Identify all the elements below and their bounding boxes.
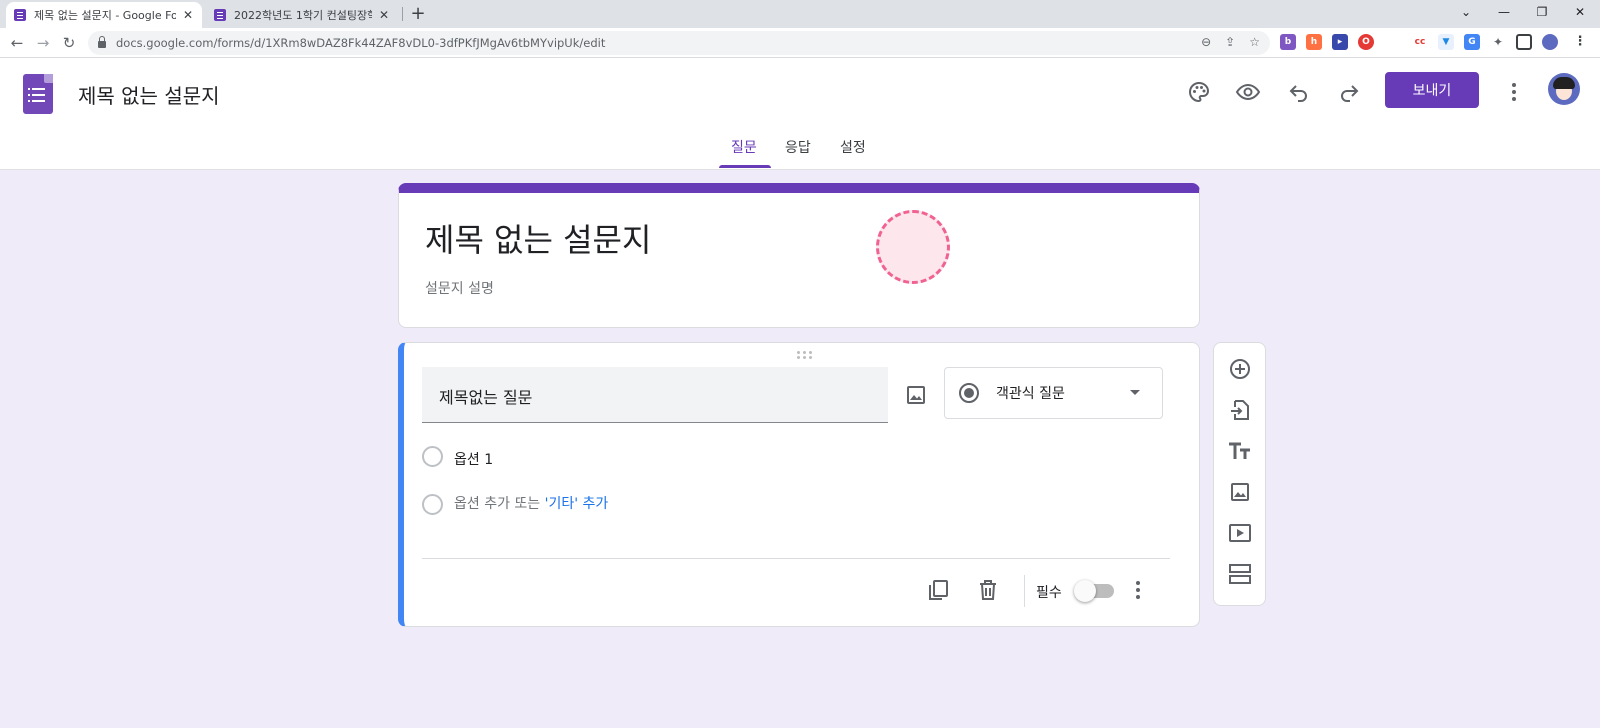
footer-divider xyxy=(1024,575,1025,607)
add-section-icon[interactable] xyxy=(1224,558,1256,590)
question-title-input[interactable]: 제목없는 질문 xyxy=(422,367,888,423)
reload-icon[interactable]: ↻ xyxy=(58,32,80,54)
tab-separator xyxy=(402,7,403,21)
new-tab-button[interactable]: + xyxy=(408,4,428,24)
extension-icon[interactable]: cc xyxy=(1412,34,1428,50)
add-image-icon[interactable] xyxy=(900,379,932,411)
side-panel-icon[interactable] xyxy=(1516,34,1532,50)
option-label[interactable]: 옵션 1 xyxy=(454,449,493,469)
browser-tab-title: 2022학년도 1학기 컨설팅장학 운 xyxy=(234,9,372,22)
back-arrow-icon[interactable]: ← xyxy=(6,32,28,54)
chrome-menu-icon[interactable]: ⋮ xyxy=(1572,34,1588,50)
divider xyxy=(422,558,1170,559)
tab-search-icon[interactable]: ⌄ xyxy=(1446,0,1486,24)
form-description-input[interactable]: 설문지 설명 xyxy=(425,278,494,298)
palette-icon[interactable] xyxy=(1183,76,1215,108)
form-title-input[interactable]: 제목 없는 설문지 xyxy=(425,215,651,261)
restore-button[interactable]: ❐ xyxy=(1522,0,1562,24)
url-text: docs.google.com/forms/d/1XRm8wDAZ8Fk44ZA… xyxy=(116,36,606,50)
close-tab-icon[interactable]: ✕ xyxy=(182,8,194,22)
redo-icon[interactable] xyxy=(1333,76,1365,108)
undo-icon[interactable] xyxy=(1283,76,1315,108)
address-bar[interactable]: docs.google.com/forms/d/1XRm8wDAZ8Fk44ZA… xyxy=(88,31,1270,55)
add-other-link[interactable]: '기타' 추가 xyxy=(545,496,609,512)
tab-settings[interactable]: 설정 xyxy=(840,136,866,170)
tab-responses[interactable]: 응답 xyxy=(785,136,811,170)
forms-favicon-icon xyxy=(214,9,226,21)
click-indicator-circle xyxy=(876,210,950,284)
add-video-icon[interactable] xyxy=(1224,517,1256,549)
duplicate-icon[interactable] xyxy=(922,574,954,606)
browser-tab-strip: 제목 없는 설문지 - Google Forms ✕ 2022학년도 1학기 컨… xyxy=(0,0,1600,28)
bookmark-star-icon[interactable]: ☆ xyxy=(1249,35,1260,49)
add-option-row: 옵션 추가 또는 '기타' 추가 xyxy=(454,493,608,513)
account-avatar[interactable] xyxy=(1548,73,1580,105)
caret-down-icon xyxy=(1130,390,1140,395)
question-type-label: 객관식 질문 xyxy=(996,386,1065,402)
import-questions-icon[interactable] xyxy=(1224,394,1256,426)
omnibox-actions: ⊖ ⇪ ☆ xyxy=(1201,35,1260,49)
send-button[interactable]: 보내기 xyxy=(1385,72,1479,108)
add-option-link[interactable]: 옵션 추가 또는 xyxy=(454,496,545,512)
extension-icon[interactable]: b xyxy=(1280,34,1296,50)
browser-toolbar: ← → ↻ docs.google.com/forms/d/1XRm8wDAZ8… xyxy=(0,28,1600,58)
radio-button-icon xyxy=(959,383,979,403)
document-title[interactable]: 제목 없는 설문지 xyxy=(78,80,220,109)
zoom-icon[interactable]: ⊖ xyxy=(1201,35,1211,49)
extension-icon[interactable]: G xyxy=(1464,34,1480,50)
extension-icon[interactable]: ▼ xyxy=(1438,34,1454,50)
add-option-radio xyxy=(422,494,443,515)
browser-tab-forms[interactable]: 제목 없는 설문지 - Google Forms ✕ xyxy=(6,2,202,28)
profile-avatar-icon[interactable] xyxy=(1542,34,1558,50)
question-card[interactable]: 제목없는 질문 객관식 질문 옵션 1 옵션 추가 또는 '기타' 추가 필수 xyxy=(398,342,1200,627)
extension-icon[interactable]: O xyxy=(1358,34,1374,50)
extension-icon[interactable]: ▸ xyxy=(1332,34,1348,50)
extensions-puzzle-icon[interactable]: ✦ xyxy=(1490,34,1506,50)
add-image-icon[interactable] xyxy=(1224,476,1256,508)
option-radio xyxy=(422,446,443,467)
more-options-icon[interactable] xyxy=(1122,574,1154,606)
form-title-card: 제목 없는 설문지 설문지 설명 xyxy=(398,183,1200,328)
add-title-text-icon[interactable] xyxy=(1224,435,1256,467)
extension-icon[interactable]: h xyxy=(1306,34,1322,50)
selected-tab-indicator xyxy=(719,165,771,168)
form-tabs: 질문 응답 설정 xyxy=(0,136,1600,170)
delete-trash-icon[interactable] xyxy=(972,574,1004,606)
share-icon[interactable]: ⇪ xyxy=(1225,35,1235,49)
google-forms-logo-icon[interactable] xyxy=(23,74,53,114)
forward-arrow-icon[interactable]: → xyxy=(32,32,54,54)
required-label: 필수 xyxy=(1036,585,1062,601)
close-tab-icon[interactable]: ✕ xyxy=(378,8,390,22)
minimize-button[interactable]: — xyxy=(1484,0,1524,24)
preview-eye-icon[interactable] xyxy=(1232,76,1264,108)
browser-tab-title: 제목 없는 설문지 - Google Forms xyxy=(34,9,176,22)
question-type-dropdown[interactable]: 객관식 질문 xyxy=(944,367,1163,419)
floating-side-toolbar xyxy=(1213,342,1266,606)
close-window-button[interactable]: ✕ xyxy=(1560,0,1600,24)
required-toggle[interactable] xyxy=(1074,580,1116,602)
forms-favicon-icon xyxy=(14,9,26,21)
drag-handle-icon[interactable] xyxy=(797,351,815,361)
more-vert-icon[interactable] xyxy=(1498,76,1530,108)
add-question-icon[interactable] xyxy=(1224,353,1256,385)
browser-tab-consulting[interactable]: 2022학년도 1학기 컨설팅장학 운 ✕ xyxy=(206,2,398,28)
lock-icon xyxy=(98,36,106,48)
forms-header: 제목 없는 설문지 보내기 질문 응답 설정 xyxy=(0,58,1600,170)
